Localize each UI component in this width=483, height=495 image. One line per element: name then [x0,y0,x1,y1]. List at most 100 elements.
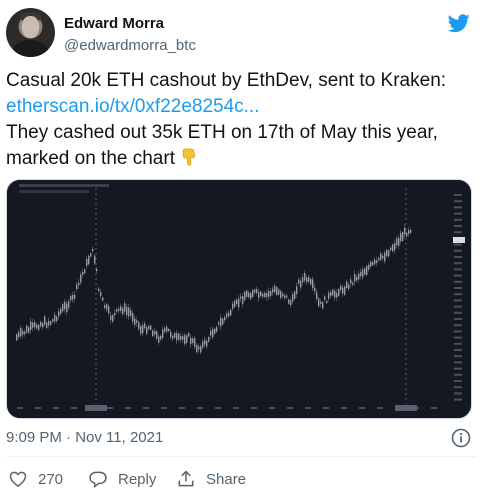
price-scale-tick [454,398,462,401]
candle-body [110,315,112,320]
candle-body [242,296,244,305]
candle-body [142,325,144,334]
price-scale-tick [454,256,462,258]
time-scale-tick [233,407,239,409]
price-scale-tick [454,231,462,234]
candle-body [112,315,114,322]
price-scale-tick [454,330,462,333]
chart-image[interactable] [6,179,472,419]
candle-body [294,291,296,299]
candle-body [300,280,302,288]
candle-body [406,232,408,237]
avatar[interactable] [6,8,55,57]
candle-body [174,332,176,338]
candle-body [190,337,192,345]
price-chart [7,180,471,418]
price-scale-tick [454,218,462,221]
candle-body [178,333,180,340]
share-button[interactable]: Share [176,468,246,490]
reply-button[interactable]: Reply [88,468,156,490]
candle-body [94,255,96,264]
candle-body [398,237,400,246]
price-scale-tick [454,361,462,364]
candle-body [88,255,90,265]
candle-body [194,338,196,347]
candle-body [276,286,278,295]
candle-body [316,291,318,299]
time-scale-tick [71,407,77,409]
tweet-timestamp[interactable]: 9:09 PM · Nov 11, 2021 [6,429,163,446]
candle-body [220,317,222,327]
time-scale-tick [35,407,41,409]
candle-body [168,328,170,332]
candle-body [24,331,26,335]
candle-body [124,303,126,312]
price-scale-tick [454,392,462,395]
price-scale-marker [453,237,465,243]
candle-body [322,301,324,309]
price-scale-tick [454,324,462,327]
candle-body [362,269,364,278]
candle-body [126,306,128,316]
etherscan-link[interactable]: etherscan.io/tx/0xf22e8254c... [6,96,260,117]
candle-body [132,313,134,322]
candle-body [364,268,366,275]
candle-body [226,313,228,318]
candle-body [390,247,392,251]
author-handle[interactable]: @edwardmorra_btc [64,37,196,54]
candle-body [144,323,146,329]
candle-body [250,292,252,299]
price-scale-tick [454,194,462,196]
candle-body [332,289,334,296]
candle-body [342,287,344,294]
candle-body [150,325,152,330]
time-scale-tick [377,407,383,409]
candle-body [188,332,190,337]
candle-body [214,328,216,334]
author-name[interactable]: Edward Morra [64,15,164,32]
candle-body [100,291,102,297]
candle-body [196,345,198,353]
price-scale-tick [454,274,462,277]
time-scale-tick [107,407,113,409]
candle-body [232,303,234,309]
candle-body [50,321,52,325]
time-scale-tick [251,407,257,409]
price-scale-tick [454,280,462,283]
candle-body [400,233,402,242]
candle-body [356,276,358,281]
candle-body [74,294,76,299]
candle-body [262,293,264,297]
candle-body [328,292,330,299]
candle-body [388,250,390,257]
time-scale-tick [341,407,347,409]
candle-body [292,294,294,302]
candle-body [40,321,42,327]
candle-body [360,271,362,277]
candle-body [234,300,236,307]
twitter-bird-icon[interactable] [446,12,472,34]
tweet-text-line-3: They cashed out 35k ETH on 17th of May t… [6,122,438,143]
like-button[interactable]: 270 [8,468,63,490]
candle-body [104,305,106,308]
candle-body [102,297,104,301]
candle-body [28,327,30,333]
candle-body [282,293,284,297]
candle-body [80,274,82,283]
candle-body [314,287,316,292]
share-icon [178,470,194,487]
candle-body [304,272,306,281]
time-scale-tick [287,407,293,409]
share-label: Share [206,470,247,488]
candle-body [202,341,204,348]
candle-body [378,257,380,261]
candle-body [212,329,214,338]
candle-body [272,288,274,293]
candle-body [310,278,312,285]
candle-body [280,291,282,298]
candle-body [98,288,100,292]
like-count: 270 [38,470,64,488]
info-icon[interactable] [451,428,471,448]
candle-body [354,273,356,282]
price-scale-tick [454,336,462,339]
